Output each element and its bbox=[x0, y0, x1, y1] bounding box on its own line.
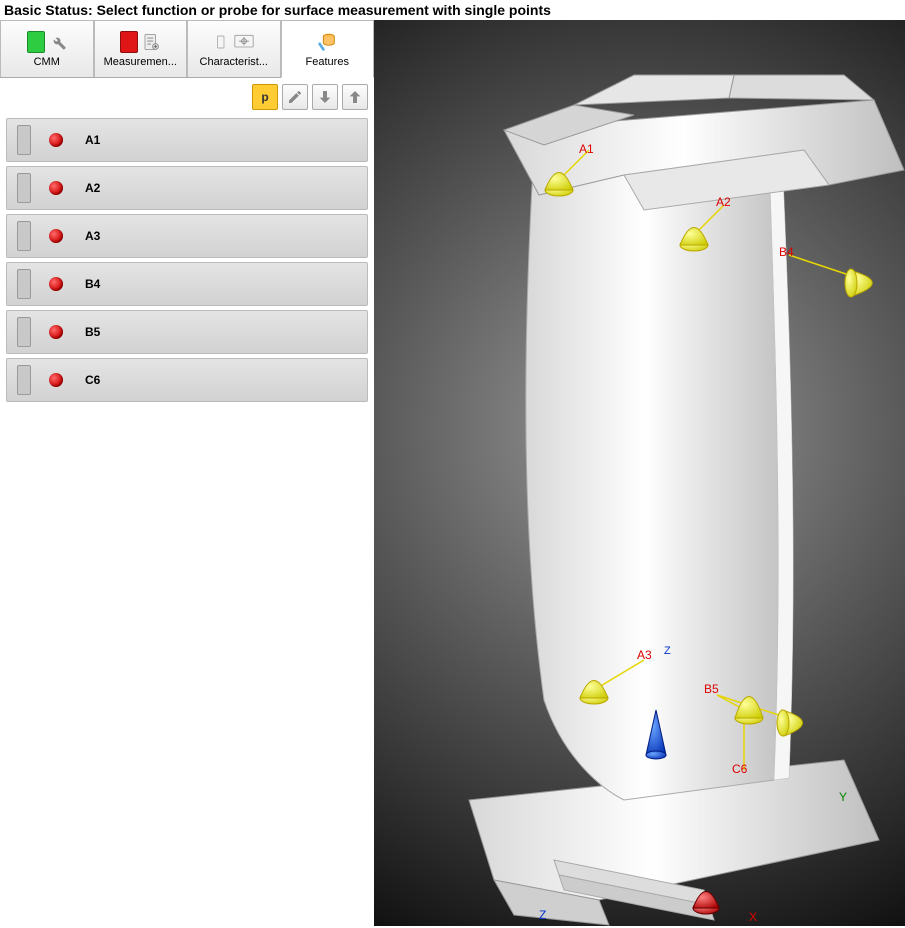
status-dot-icon bbox=[49, 133, 63, 147]
tab-cmm[interactable]: CMM bbox=[0, 20, 94, 77]
drag-handle-icon[interactable] bbox=[17, 269, 31, 299]
tab-label: Characterist... bbox=[200, 56, 268, 68]
main-area: CMM Measuremen... bbox=[0, 20, 905, 926]
edit-button[interactable] bbox=[282, 84, 308, 110]
move-up-button[interactable] bbox=[342, 84, 368, 110]
feature-item[interactable]: B4 bbox=[6, 262, 368, 306]
tab-characteristics[interactable]: Characterist... bbox=[187, 20, 281, 77]
status-text: Basic Status: Select function or probe f… bbox=[4, 2, 551, 18]
feature-item[interactable]: B5 bbox=[6, 310, 368, 354]
flag-icon bbox=[214, 32, 230, 52]
feature-list: A1 A2 A3 B4 B5 bbox=[0, 116, 374, 408]
3d-model-svg bbox=[374, 20, 905, 926]
p-button[interactable]: p bbox=[252, 84, 278, 110]
status-dot-icon bbox=[49, 325, 63, 339]
axis-x-label: X bbox=[749, 910, 757, 924]
left-panel: CMM Measuremen... bbox=[0, 20, 374, 926]
axis-z-label: Z bbox=[539, 908, 546, 922]
feature-item[interactable]: A3 bbox=[6, 214, 368, 258]
arrow-down-icon bbox=[317, 89, 333, 105]
arrow-up-icon bbox=[347, 89, 363, 105]
drag-handle-icon[interactable] bbox=[17, 317, 31, 347]
feature-label: B4 bbox=[85, 277, 100, 291]
target-icon bbox=[234, 34, 254, 50]
drag-handle-icon[interactable] bbox=[17, 221, 31, 251]
move-down-button[interactable] bbox=[312, 84, 338, 110]
tab-bar: CMM Measuremen... bbox=[0, 20, 374, 78]
feature-item[interactable]: C6 bbox=[6, 358, 368, 402]
measurement-status-red-icon bbox=[120, 31, 138, 53]
feature-label: B5 bbox=[85, 325, 100, 339]
wrench-icon bbox=[49, 33, 67, 51]
probe-cone-c6 bbox=[777, 710, 803, 736]
status-dot-icon bbox=[49, 229, 63, 243]
tab-measurement[interactable]: Measuremen... bbox=[94, 20, 188, 77]
tab-features[interactable]: Features bbox=[281, 20, 375, 78]
features-icon bbox=[316, 31, 338, 53]
tab-label: Features bbox=[306, 56, 349, 68]
tab-label: Measuremen... bbox=[104, 56, 177, 68]
status-bar: Basic Status: Select function or probe f… bbox=[0, 0, 905, 20]
document-icon bbox=[142, 32, 160, 52]
features-toolbar: p bbox=[0, 78, 374, 116]
pencil-icon bbox=[287, 89, 303, 105]
cmm-status-green-icon bbox=[27, 31, 45, 53]
feature-label: C6 bbox=[85, 373, 100, 387]
drag-handle-icon[interactable] bbox=[17, 173, 31, 203]
status-dot-icon bbox=[49, 277, 63, 291]
feature-label: A2 bbox=[85, 181, 100, 195]
axis-z-label-small: Z bbox=[664, 645, 671, 657]
drag-handle-icon[interactable] bbox=[17, 365, 31, 395]
axis-y-label: Y bbox=[839, 790, 847, 804]
tab-label: CMM bbox=[34, 56, 60, 68]
3d-viewport[interactable]: A1 A2 A3 B4 B5 C6 X Y Z Z bbox=[374, 20, 905, 926]
status-dot-icon bbox=[49, 373, 63, 387]
feature-item[interactable]: A1 bbox=[6, 118, 368, 162]
probe-cone-b4 bbox=[845, 269, 872, 297]
p-label: p bbox=[261, 90, 268, 104]
feature-label: A1 bbox=[85, 133, 100, 147]
feature-label: A3 bbox=[85, 229, 100, 243]
feature-item[interactable]: A2 bbox=[6, 166, 368, 210]
drag-handle-icon[interactable] bbox=[17, 125, 31, 155]
status-dot-icon bbox=[49, 181, 63, 195]
